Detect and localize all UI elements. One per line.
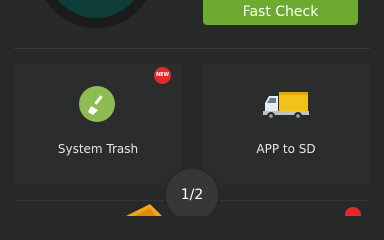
header-divider xyxy=(14,48,370,49)
gauge-dial xyxy=(47,0,145,18)
tile-app-to-sd[interactable]: APP to SD xyxy=(202,64,370,185)
app-screen: Fast Check System Trash NEW APP to SD 1/… xyxy=(0,0,384,216)
truck-icon xyxy=(263,92,309,120)
fast-check-button[interactable]: Fast Check xyxy=(203,0,358,25)
new-badge: NEW xyxy=(154,67,171,84)
tile-label-app-to-sd: APP to SD xyxy=(256,142,316,156)
tile-label-system-trash: System Trash xyxy=(57,142,139,156)
broom-icon xyxy=(79,86,115,122)
next-tile-badge xyxy=(345,207,361,216)
phone-status-gauge xyxy=(37,0,155,28)
next-tile-icon xyxy=(126,204,162,216)
page-indicator[interactable]: 1/2 xyxy=(164,167,220,216)
